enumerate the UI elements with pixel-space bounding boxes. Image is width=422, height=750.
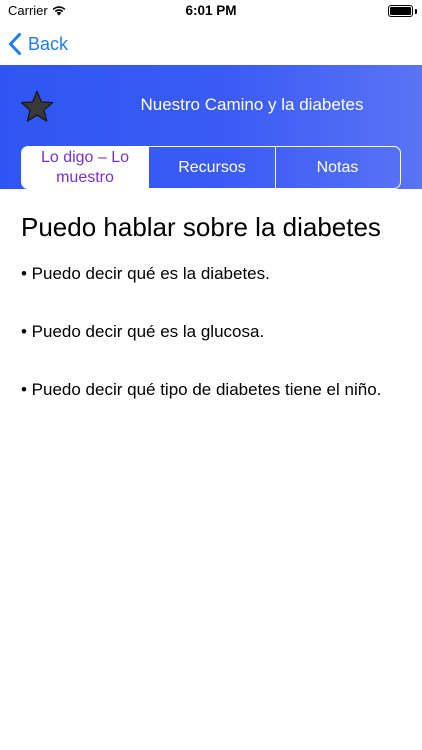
list-item: • Puedo decir qué tipo de diabetes tiene… [21, 380, 382, 399]
tab-lo-digo-lo-muestro[interactable]: Lo digo – Lo muestro [22, 147, 148, 188]
status-bar: Carrier 6:01 PM [0, 0, 422, 22]
segmented-control: Lo digo – Lo muestro Recursos Notas [21, 146, 401, 189]
page-heading: Puedo hablar sobre la diabetes [21, 212, 381, 242]
chevron-left-icon [9, 33, 21, 55]
header-banner: Nuestro Camino y la diabetes Lo digo – L… [0, 65, 422, 189]
battery-tip [415, 9, 417, 14]
status-time: 6:01 PM [185, 3, 237, 18]
list-item: • Puedo decir qué es la glucosa. [21, 322, 265, 341]
header-title: Nuestro Camino y la diabetes [140, 95, 364, 114]
star-icon[interactable] [19, 89, 55, 125]
battery-icon [388, 5, 413, 17]
back-button[interactable]: Back [8, 30, 68, 58]
content-area: Puedo hablar sobre la diabetes • Puedo d… [21, 210, 406, 434]
tab-notas[interactable]: Notas [275, 147, 399, 188]
back-label: Back [28, 33, 69, 54]
list-item: • Puedo decir qué es la diabetes. [21, 264, 270, 283]
navigation-bar: Back [0, 22, 422, 65]
tab-recursos[interactable]: Recursos [148, 147, 275, 188]
